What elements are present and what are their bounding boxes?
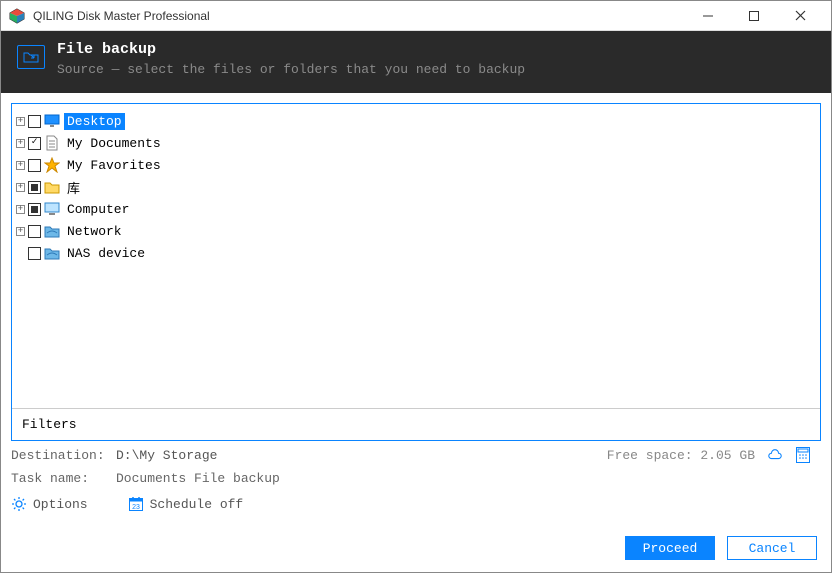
cancel-label: Cancel (749, 541, 796, 556)
schedule-button[interactable]: 23 Schedule off (128, 496, 244, 512)
expander-spacer (16, 249, 25, 258)
window-title: QILING Disk Master Professional (33, 9, 685, 23)
destination-value[interactable]: D:\My Storage (116, 448, 217, 463)
calculator-icon[interactable] (795, 447, 811, 463)
expander-icon[interactable]: + (16, 117, 25, 126)
calendar-icon: 23 (128, 496, 144, 512)
tree-row[interactable]: + My Favorites (16, 154, 816, 176)
tree-item-label[interactable]: My Favorites (64, 157, 164, 174)
file-backup-icon (17, 45, 45, 69)
tree-item-label[interactable]: Computer (64, 201, 132, 218)
free-space-label: Free space: 2.05 GB (607, 448, 755, 463)
proceed-label: Proceed (643, 541, 698, 556)
tree-area[interactable]: +Desktop+✓My Documents+My Favorites+库+Co… (12, 104, 820, 408)
tree-row[interactable]: + Desktop (16, 110, 816, 132)
destination-label: Destination: (11, 448, 116, 463)
tree-row[interactable]: + Computer (16, 198, 816, 220)
tree-row[interactable]: NAS device (16, 242, 816, 264)
filters-label: Filters (22, 417, 77, 432)
title-bar: QILING Disk Master Professional (1, 1, 831, 31)
close-button[interactable] (777, 1, 823, 31)
minimize-button[interactable] (685, 1, 731, 31)
net-icon (44, 223, 60, 239)
expander-icon[interactable]: + (16, 161, 25, 170)
star-icon (44, 157, 60, 173)
cancel-button[interactable]: Cancel (727, 536, 817, 560)
desktop-icon (44, 113, 60, 129)
options-row: Options 23 Schedule off (11, 488, 821, 518)
expander-icon[interactable]: + (16, 183, 25, 192)
task-name-row: Task name: Documents File backup (11, 465, 821, 488)
app-logo-icon (9, 8, 25, 24)
checkbox-checked-icon[interactable]: ✓ (28, 137, 41, 150)
tree-item-label[interactable]: My Documents (64, 135, 164, 152)
tree-row[interactable]: + Network (16, 220, 816, 242)
checkbox-unchecked-icon[interactable] (28, 159, 41, 172)
doc-icon (44, 135, 60, 151)
net-icon (44, 245, 60, 261)
checkbox-partial-icon[interactable] (28, 181, 41, 194)
tree-item-label[interactable]: NAS device (64, 245, 148, 262)
proceed-button[interactable]: Proceed (625, 536, 715, 560)
page-header: File backup Source — select the files or… (1, 31, 831, 93)
checkbox-unchecked-icon[interactable] (28, 225, 41, 238)
destination-row: Destination: D:\My Storage Free space: 2… (11, 441, 821, 465)
tree-item-label[interactable]: Network (64, 223, 125, 240)
page-title: File backup (57, 41, 525, 58)
button-row: Proceed Cancel (1, 528, 831, 572)
expander-icon[interactable]: + (16, 227, 25, 236)
computer-icon (44, 201, 60, 217)
window-controls (685, 1, 823, 31)
source-tree: +Desktop+✓My Documents+My Favorites+库+Co… (11, 103, 821, 441)
maximize-button[interactable] (731, 1, 777, 31)
checkbox-unchecked-icon[interactable] (28, 247, 41, 260)
tree-item-label[interactable]: Desktop (64, 113, 125, 130)
expander-icon[interactable]: + (16, 205, 25, 214)
checkbox-unchecked-icon[interactable] (28, 115, 41, 128)
gear-icon (11, 496, 27, 512)
options-button[interactable]: Options (11, 496, 88, 512)
task-name-value[interactable]: Documents File backup (116, 471, 280, 486)
schedule-label: Schedule off (150, 497, 244, 512)
folder-icon (44, 179, 60, 195)
tree-row[interactable]: +✓ My Documents (16, 132, 816, 154)
page-subtitle: Source — select the files or folders tha… (57, 62, 525, 77)
cloud-destination-icon[interactable] (767, 447, 783, 463)
expander-icon[interactable]: + (16, 139, 25, 148)
task-name-label: Task name: (11, 471, 116, 486)
content-area: +Desktop+✓My Documents+My Favorites+库+Co… (1, 93, 831, 528)
tree-item-label[interactable]: 库 (64, 177, 83, 198)
checkbox-partial-icon[interactable] (28, 203, 41, 216)
options-label: Options (33, 497, 88, 512)
filters-button[interactable]: Filters (12, 408, 820, 440)
tree-row[interactable]: +库 (16, 176, 816, 198)
svg-text:23: 23 (132, 504, 140, 511)
